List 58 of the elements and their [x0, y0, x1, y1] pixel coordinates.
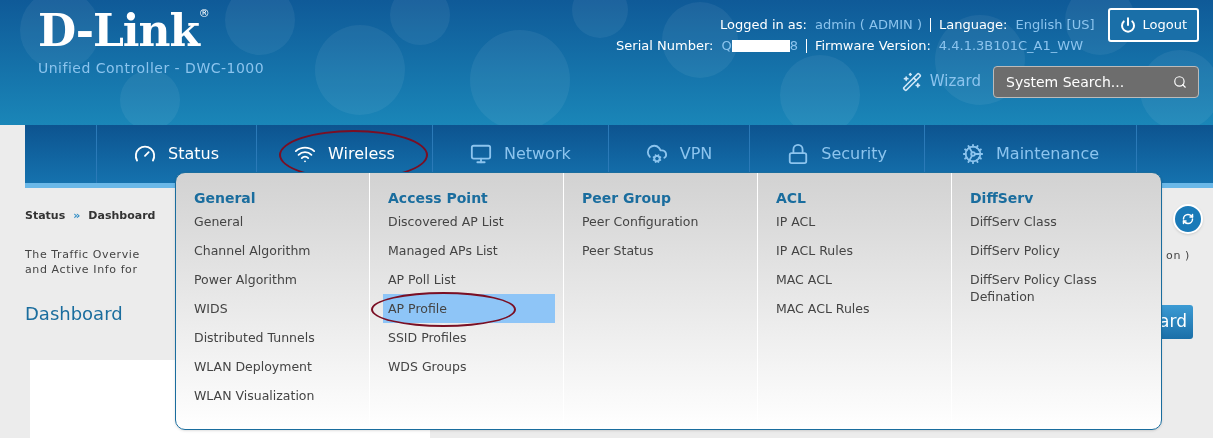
breadcrumb-separator: »: [73, 208, 81, 224]
serial-number-start: Q: [721, 37, 732, 55]
gears-icon: [962, 143, 984, 165]
menu-item[interactable]: DiffServ Policy: [965, 236, 1138, 265]
menu-item[interactable]: General: [189, 207, 361, 236]
refresh-icon: [1182, 213, 1194, 225]
menu-item[interactable]: DiffServ Policy Class Defination: [965, 265, 1138, 311]
menu-heading: Access Point: [387, 189, 489, 207]
product-subtitle: Unified Controller - DWC-1000: [38, 59, 265, 78]
serial-number-end: 8: [789, 37, 798, 55]
menu-item[interactable]: WLAN Deployment: [189, 352, 361, 381]
menu-item[interactable]: AP Poll List: [383, 265, 555, 294]
language-label: Language:: [938, 16, 1008, 35]
lock-icon: [787, 143, 810, 165]
logout-button[interactable]: Logout: [1108, 8, 1199, 42]
breadcrumb-item[interactable]: Dashboard: [88, 208, 156, 225]
menu-item[interactable]: AP Profile: [383, 294, 555, 323]
menu-item[interactable]: Peer Status: [577, 236, 749, 265]
menu-item[interactable]: MAC ACL: [771, 265, 943, 294]
wand-icon: [901, 71, 922, 92]
menu-item[interactable]: WLAN Visualization: [189, 381, 361, 410]
search-field[interactable]: System Search...: [993, 65, 1199, 98]
power-icon: [1120, 17, 1137, 33]
menu-item[interactable]: DiffServ Class: [965, 207, 1138, 236]
menu-heading: DiffServ: [969, 189, 1035, 207]
menu-item[interactable]: Managed APs List: [383, 236, 555, 265]
logo: D-Link: [38, 8, 199, 54]
menu-item[interactable]: IP ACL: [771, 207, 943, 236]
search-icon: [1173, 74, 1187, 89]
registered-mark: ®: [198, 8, 210, 20]
menu-heading: General: [193, 189, 257, 207]
menu-item[interactable]: Channel Algorithm: [189, 236, 361, 265]
page-heading: Dashboard: [25, 301, 124, 326]
menu-item[interactable]: MAC ACL Rules: [771, 294, 943, 323]
menu-item[interactable]: Power Algorithm: [189, 265, 361, 294]
menu-heading: ACL: [775, 189, 808, 207]
description-line: and Active Info for: [25, 261, 139, 277]
firmware-version: 4.4.1.3B101C_A1_WW: [938, 37, 1083, 55]
menu-item[interactable]: Peer Configuration: [577, 207, 749, 236]
description-line: The Traffic Overvie: [25, 246, 141, 262]
logged-in-label: Logged in as:: [720, 16, 807, 35]
refresh-button[interactable]: [1173, 204, 1203, 234]
serial-label: Serial Number:: [616, 37, 714, 55]
menu-item[interactable]: Distributed Tunnels: [189, 323, 361, 352]
menu-item[interactable]: WDS Groups: [383, 352, 555, 381]
user-name: admin ( ADMIN ): [815, 16, 922, 35]
nav-tab[interactable]: Status: [168, 142, 219, 166]
monitor-icon: [469, 143, 492, 165]
nav-tab[interactable]: Wireless: [328, 142, 395, 166]
firmware-label: Firmware Version:: [814, 37, 931, 55]
menu-heading: Peer Group: [581, 189, 673, 207]
menu-item[interactable]: WIDS: [189, 294, 361, 323]
description-end: on ): [1166, 248, 1190, 264]
breadcrumb-item[interactable]: Status: [25, 208, 66, 225]
menu-item[interactable]: Discovered AP List: [383, 207, 555, 236]
cloud-icon: [645, 143, 668, 165]
menu-item[interactable]: IP ACL Rules: [771, 236, 943, 265]
menu-item[interactable]: SSID Profiles: [383, 323, 555, 352]
